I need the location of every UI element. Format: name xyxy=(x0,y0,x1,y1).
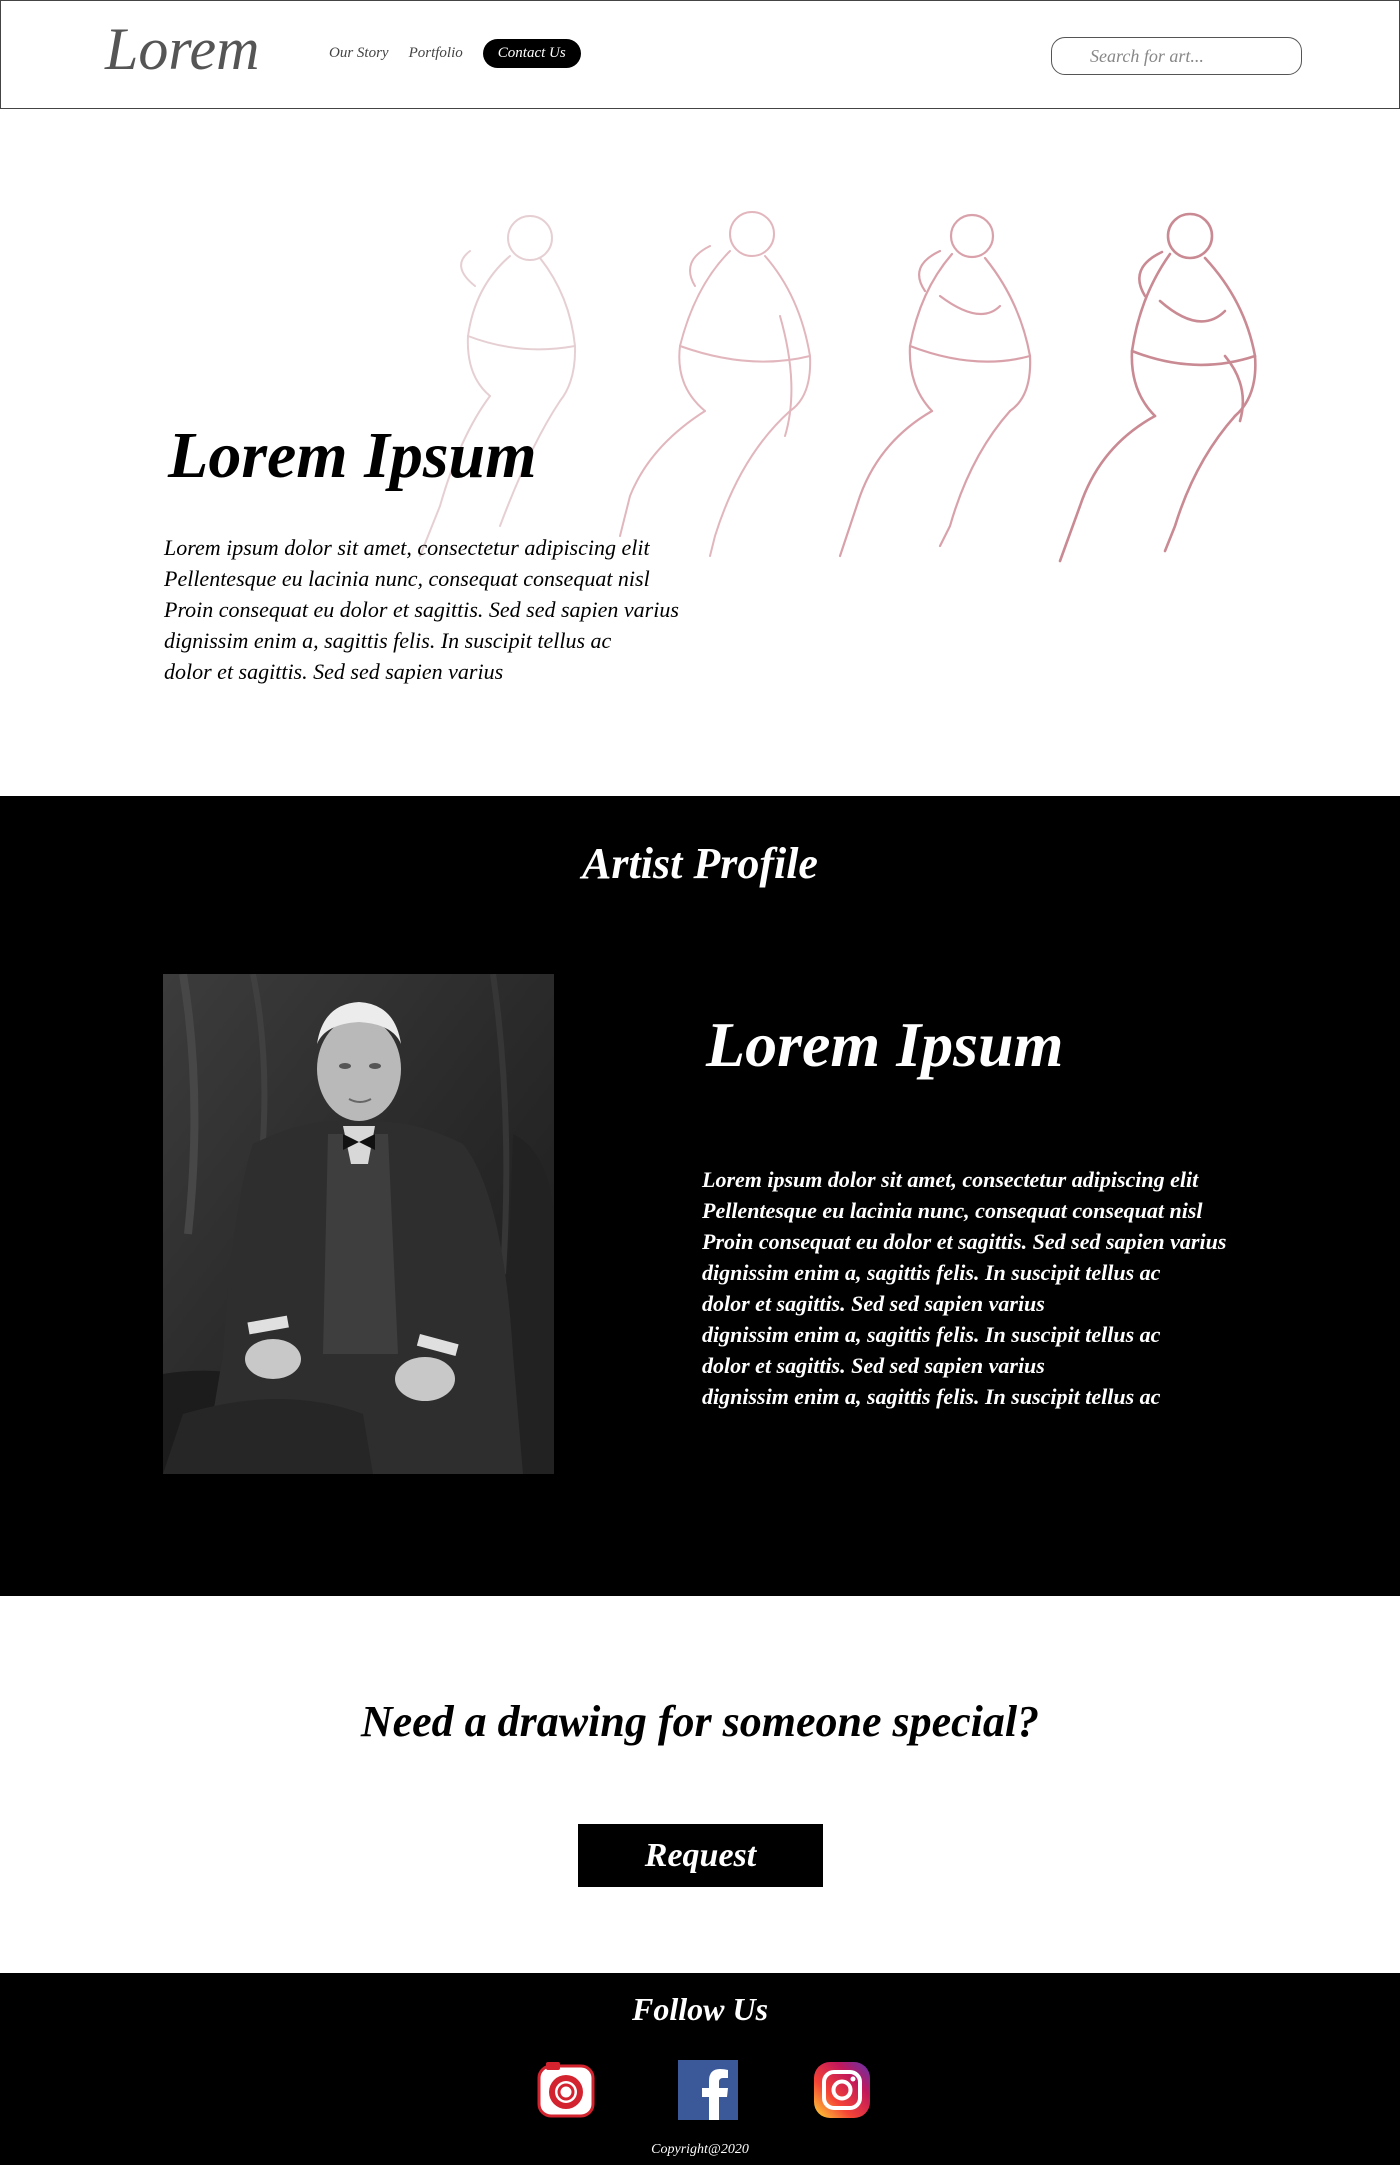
hero-line: Pellentesque eu lacinia nunc, consequat … xyxy=(164,566,650,591)
artist-profile-section: Artist Profile Lorem Ipsum Lorem ipsum d… xyxy=(0,796,1400,1596)
search-input[interactable] xyxy=(1052,38,1301,74)
request-button[interactable]: Request xyxy=(578,1824,823,1887)
bio-line: Lorem ipsum dolor sit amet, consectetur … xyxy=(702,1167,1199,1192)
site-header: Lorem Our Story Portfolio Contact Us xyxy=(0,0,1400,109)
hero-sketch-image xyxy=(419,211,1257,563)
bio-line: Pellentesque eu lacinia nunc, consequat … xyxy=(702,1198,1203,1223)
nav-portfolio[interactable]: Portfolio xyxy=(399,39,473,68)
site-logo[interactable]: Lorem xyxy=(105,15,259,84)
facebook-icon[interactable] xyxy=(678,2060,738,2120)
bio-line: dolor et sagittis. Sed sed sapien varius xyxy=(702,1291,1045,1316)
bio-line: Proin consequat eu dolor et sagittis. Se… xyxy=(702,1229,1227,1254)
artist-portrait xyxy=(163,974,554,1474)
sketch-figure-4 xyxy=(1058,212,1257,563)
sketch-figure-1 xyxy=(419,215,577,557)
hero-line: dignissim enim a, sagittis felis. In sus… xyxy=(164,628,612,653)
bio-line: dignissim enim a, sagittis felis. In sus… xyxy=(702,1260,1161,1285)
cta-heading: Need a drawing for someone special? xyxy=(360,1697,1040,1746)
hero-line: dolor et sagittis. Sed sed sapien varius xyxy=(164,659,504,684)
follow-us-heading: Follow Us xyxy=(631,1991,769,2027)
bio-line: dignissim enim a, sagittis felis. In sus… xyxy=(702,1322,1161,1347)
main-nav: Our Story Portfolio Contact Us xyxy=(319,39,581,68)
hero-line: Proin consequat eu dolor et sagittis. Se… xyxy=(164,597,679,622)
artist-name: Lorem Ipsum xyxy=(706,1009,1064,1080)
copyright: Copyright@2020 xyxy=(651,2142,749,2157)
artist-bio: Lorem ipsum dolor sit amet, consectetur … xyxy=(702,1164,1226,1412)
artist-profile-heading: Artist Profile xyxy=(582,839,818,888)
nav-our-story[interactable]: Our Story xyxy=(319,39,399,68)
bio-line: dignissim enim a, sagittis felis. In sus… xyxy=(702,1384,1161,1409)
nav-contact-us[interactable]: Contact Us xyxy=(482,39,581,68)
site-footer: Follow Us Copyright@2020 xyxy=(0,1973,1400,2165)
camera-app-icon[interactable] xyxy=(536,2060,596,2120)
bio-line: dolor et sagittis. Sed sed sapien varius xyxy=(702,1353,1045,1378)
hero-description: Lorem ipsum dolor sit amet, consectetur … xyxy=(164,532,784,687)
sketch-figure-2 xyxy=(619,211,812,557)
sketch-figure-3 xyxy=(838,213,1032,558)
hero-line: Lorem ipsum dolor sit amet, consectetur … xyxy=(164,535,650,560)
instagram-icon[interactable] xyxy=(812,2060,872,2120)
hero-title: Lorem Ipsum xyxy=(168,419,537,492)
search-box xyxy=(1051,37,1302,75)
